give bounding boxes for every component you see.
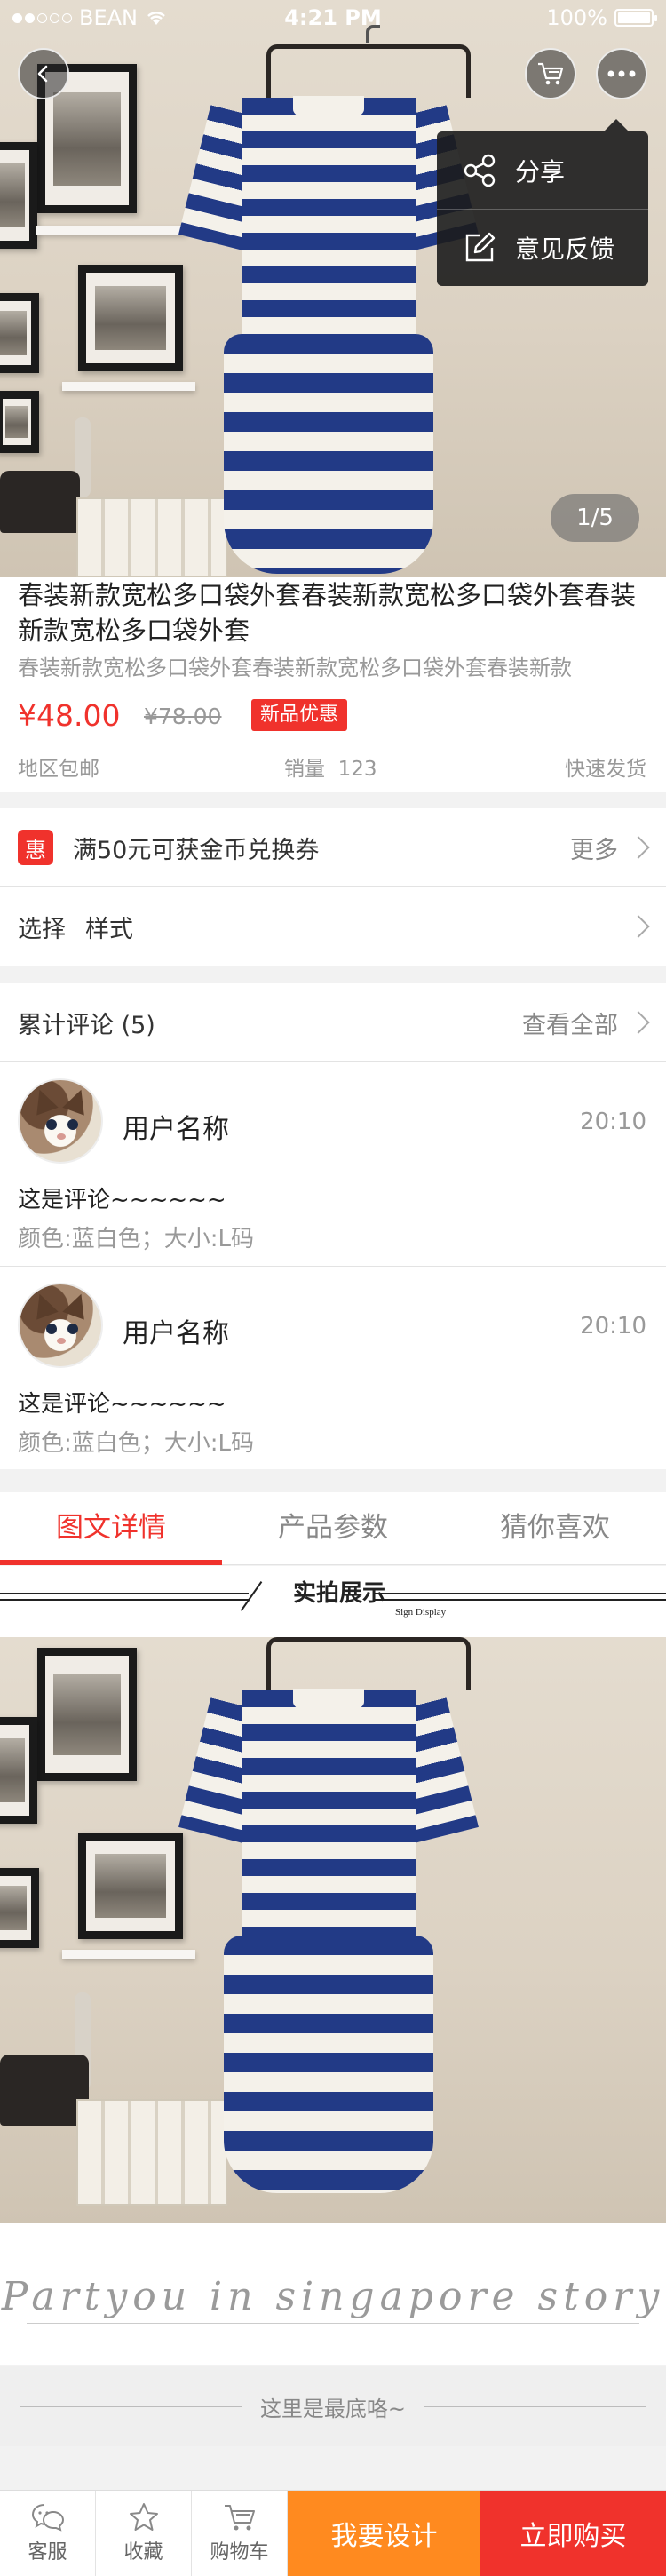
cart-button[interactable] <box>525 48 576 99</box>
promo-badge: 新品优惠 <box>251 699 348 731</box>
avatar <box>18 1078 103 1164</box>
coupon-more-link[interactable]: 更多 <box>570 831 618 865</box>
cart-label: 购物车 <box>210 2541 269 2564</box>
cart-tab-button[interactable]: 购物车 <box>192 2491 288 2576</box>
brand-script-caption: Partyou in singapore story <box>0 2234 666 2358</box>
cart-icon <box>224 2505 255 2531</box>
review-time: 20:10 <box>580 1109 646 1135</box>
coupon-row[interactable]: 惠 满50元可获金币兑换券 更多 <box>0 808 666 886</box>
select-value: 样式 <box>85 915 133 943</box>
review-username: 用户名称 <box>123 1318 229 1349</box>
menu-item-share[interactable]: 分享 <box>437 131 648 209</box>
product-subtitle: 春装新款宽松多口袋外套春装新款宽松多口袋外套春装新款 <box>18 656 572 680</box>
product-price: ¥48.00 <box>18 698 121 733</box>
star-icon <box>129 2503 158 2531</box>
more-menu-button[interactable] <box>596 48 647 99</box>
cart-icon <box>538 62 564 85</box>
menu-item-feedback-label: 意见反馈 <box>515 235 615 264</box>
banner-subtitle: Sign Display <box>395 1607 447 1618</box>
chevron-right-icon <box>627 915 650 938</box>
sales-label: 销量 <box>284 758 325 781</box>
more-dots-icon <box>607 70 636 77</box>
review-spec: 颜色:蓝白色；大小:L码 <box>18 1226 255 1252</box>
battery-info: 100% <box>546 5 657 30</box>
chevron-left-icon <box>37 65 48 83</box>
select-label: 选择 <box>18 915 66 943</box>
review-text: 这是评论~~~~~~ <box>18 1391 226 1418</box>
tab-recommendations[interactable]: 猜你喜欢 <box>444 1492 666 1564</box>
menu-item-share-label: 分享 <box>515 156 566 187</box>
review-spec: 颜色:蓝白色；大小:L码 <box>18 1430 255 1457</box>
sales-volume: 销量 123 <box>284 751 377 782</box>
discount-icon: 惠 <box>18 830 53 865</box>
end-of-page-note: 这里是最底咯~ <box>0 2366 666 2446</box>
battery-percent: 100% <box>546 5 607 30</box>
sales-count: 123 <box>337 758 377 781</box>
reviews-count-title: 累计评论 (5) <box>18 1011 155 1039</box>
detail-product-photo <box>0 1637 666 2223</box>
more-popup-menu: 分享 意见反馈 <box>437 119 648 286</box>
status-bar: BEAN 4:21 PM 100% <box>0 0 666 36</box>
favorite-label: 收藏 <box>123 2541 163 2564</box>
original-price: ¥78.00 <box>144 704 222 729</box>
review-item: 用户名称 20:10 这是评论~~~~~~ 颜色:蓝白色；大小:L码 <box>0 1267 666 1469</box>
edit-icon <box>465 232 496 262</box>
avatar <box>18 1283 103 1368</box>
review-username: 用户名称 <box>123 1114 229 1145</box>
reviews-header: 累计评论 (5) 查看全部 <box>0 983 666 1061</box>
shipping-region: 地区包邮 <box>18 758 99 781</box>
product-title: 春装新款宽松多口袋外套春装新款宽松多口袋外套春装新款宽松多口袋外套 <box>18 580 637 646</box>
bottom-action-bar: 客服 收藏 购物车 我要设计 立即购买 <box>0 2490 666 2576</box>
detail-tabs: 图文详情 产品参数 猜你喜欢 <box>0 1492 666 1565</box>
favorite-button[interactable]: 收藏 <box>96 2491 192 2576</box>
tab-image-details[interactable]: 图文详情 <box>0 1492 222 1565</box>
back-button[interactable] <box>18 48 69 99</box>
coupon-text: 满50元可获金币兑换券 <box>73 836 320 864</box>
review-item: 用户名称 20:10 这是评论~~~~~~ 颜色:蓝白色；大小:L码 <box>0 1062 666 1266</box>
customer-service-button[interactable]: 客服 <box>0 2491 96 2576</box>
product-detail-page: 1/5 BEAN 4:21 PM 100% 分享 意见反馈 春装新款宽松多口袋外… <box>0 0 666 2576</box>
review-time: 20:10 <box>580 1313 646 1340</box>
detail-content: 实拍展示 Sign Display Partyou in singapore s… <box>0 1566 666 2365</box>
view-all-reviews-link[interactable]: 查看全部 <box>522 1006 618 1040</box>
battery-icon <box>614 9 657 27</box>
banner-title: 实拍展示 <box>293 1580 386 1607</box>
product-info-card: 春装新款宽松多口袋外套春装新款宽松多口袋外套春装新款宽松多口袋外套 春装新款宽松… <box>0 577 666 792</box>
menu-item-feedback[interactable]: 意见反馈 <box>437 209 648 286</box>
chat-icon <box>31 2504 64 2532</box>
share-icon <box>464 154 496 187</box>
review-text: 这是评论~~~~~~ <box>18 1187 226 1213</box>
chevron-right-icon <box>627 836 650 859</box>
delivery-info: 快速发货 <box>565 758 646 781</box>
chevron-right-icon <box>627 1011 650 1034</box>
design-button[interactable]: 我要设计 <box>288 2491 480 2576</box>
image-page-indicator: 1/5 <box>551 494 639 542</box>
spec-select-row[interactable]: 选择 样式 <box>0 887 666 966</box>
customer-service-label: 客服 <box>28 2541 67 2564</box>
buy-now-button[interactable]: 立即购买 <box>480 2491 666 2576</box>
tab-product-params[interactable]: 产品参数 <box>222 1492 444 1564</box>
